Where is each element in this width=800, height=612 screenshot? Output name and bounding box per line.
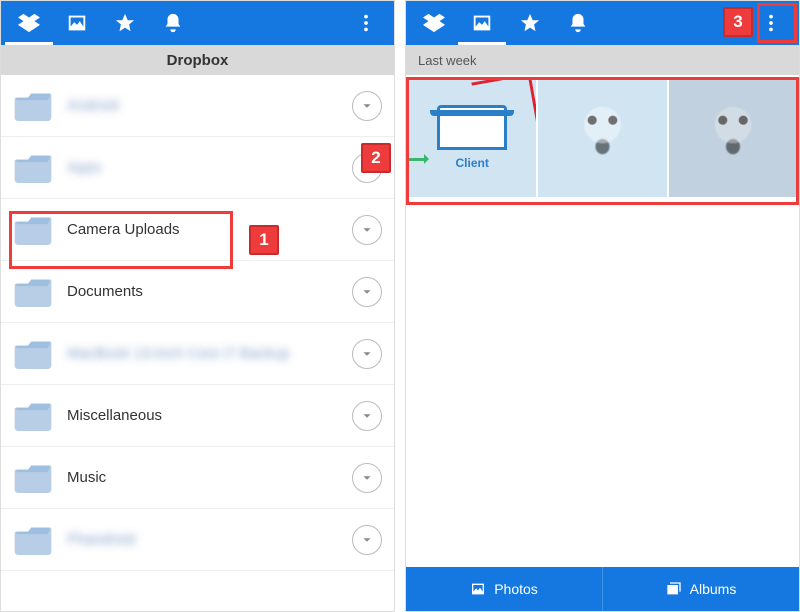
folder-list: Android Apps Camera Uploads Documents Ma… — [1, 75, 394, 611]
thumbnail-graffiti-1[interactable] — [538, 77, 666, 197]
folder-icon — [13, 458, 53, 498]
folder-row[interactable]: MacBook 13-inch Core i7 Backup — [1, 323, 394, 385]
folder-row-label: MacBook 13-inch Core i7 Backup — [67, 345, 352, 362]
tab-photos[interactable]: Photos — [406, 567, 602, 611]
bell-icon[interactable] — [554, 1, 602, 45]
folder-row[interactable]: Music — [1, 447, 394, 509]
thumbnail-graffiti-2[interactable] — [669, 77, 797, 197]
folder-row[interactable]: Miscellaneous — [1, 385, 394, 447]
bell-icon[interactable] — [149, 1, 197, 45]
chevron-down-icon[interactable] — [352, 215, 382, 245]
group-header-label: Last week — [418, 53, 477, 68]
chevron-down-icon[interactable] — [352, 525, 382, 555]
annotation-badge-1: 1 — [249, 225, 279, 255]
bottom-tabs: Photos Albums — [406, 567, 799, 611]
thumbnail-client-label: Client — [455, 156, 488, 170]
folder-icon — [13, 86, 53, 126]
chevron-down-icon[interactable] — [352, 91, 382, 121]
topbar — [1, 1, 394, 45]
star-icon[interactable] — [506, 1, 554, 45]
folder-icon — [13, 272, 53, 312]
tab-albums-label: Albums — [690, 581, 737, 597]
folder-row[interactable]: Android — [1, 75, 394, 137]
folder-row-label: Android — [67, 97, 352, 114]
folder-icon — [13, 520, 53, 560]
folder-row-label: Music — [67, 469, 352, 486]
annotation-badge-3: 3 — [723, 7, 753, 37]
thumbnail-client[interactable]: Client — [408, 77, 536, 197]
phone-right: Last week Client Photos Albums — [405, 0, 800, 612]
more-icon[interactable] — [342, 1, 390, 45]
photos-icon[interactable] — [53, 1, 101, 45]
folder-row-label: Phandroid — [67, 531, 352, 548]
photos-icon[interactable] — [458, 1, 506, 45]
chevron-down-icon[interactable] — [352, 339, 382, 369]
folder-icon — [13, 148, 53, 188]
dropbox-icon[interactable] — [5, 1, 53, 45]
more-icon[interactable] — [747, 1, 795, 45]
folder-row-label: Camera Uploads — [67, 221, 352, 238]
group-header: Last week — [406, 45, 799, 75]
folder-row-label: Miscellaneous — [67, 407, 352, 424]
folder-icon — [13, 334, 53, 374]
folder-icon — [13, 396, 53, 436]
phone-left: Dropbox Android Apps Camera Uploads Docu… — [0, 0, 395, 612]
tab-photos-label: Photos — [494, 581, 538, 597]
annotation-badge-2: 2 — [361, 143, 391, 173]
folder-row-label: Apps — [67, 159, 352, 176]
star-icon[interactable] — [101, 1, 149, 45]
chevron-down-icon[interactable] — [352, 401, 382, 431]
chevron-down-icon[interactable] — [352, 463, 382, 493]
folder-icon — [13, 210, 53, 250]
folder-row[interactable]: Camera Uploads — [1, 199, 394, 261]
dropbox-icon[interactable] — [410, 1, 458, 45]
section-header-label: Dropbox — [167, 52, 229, 69]
folder-row[interactable]: Phandroid — [1, 509, 394, 571]
chevron-down-icon[interactable] — [352, 277, 382, 307]
folder-row-label: Documents — [67, 283, 352, 300]
section-header: Dropbox — [1, 45, 394, 75]
photo-row: Client — [406, 75, 799, 199]
tab-albums[interactable]: Albums — [602, 567, 799, 611]
folder-row[interactable]: Documents — [1, 261, 394, 323]
folder-row[interactable]: Apps — [1, 137, 394, 199]
